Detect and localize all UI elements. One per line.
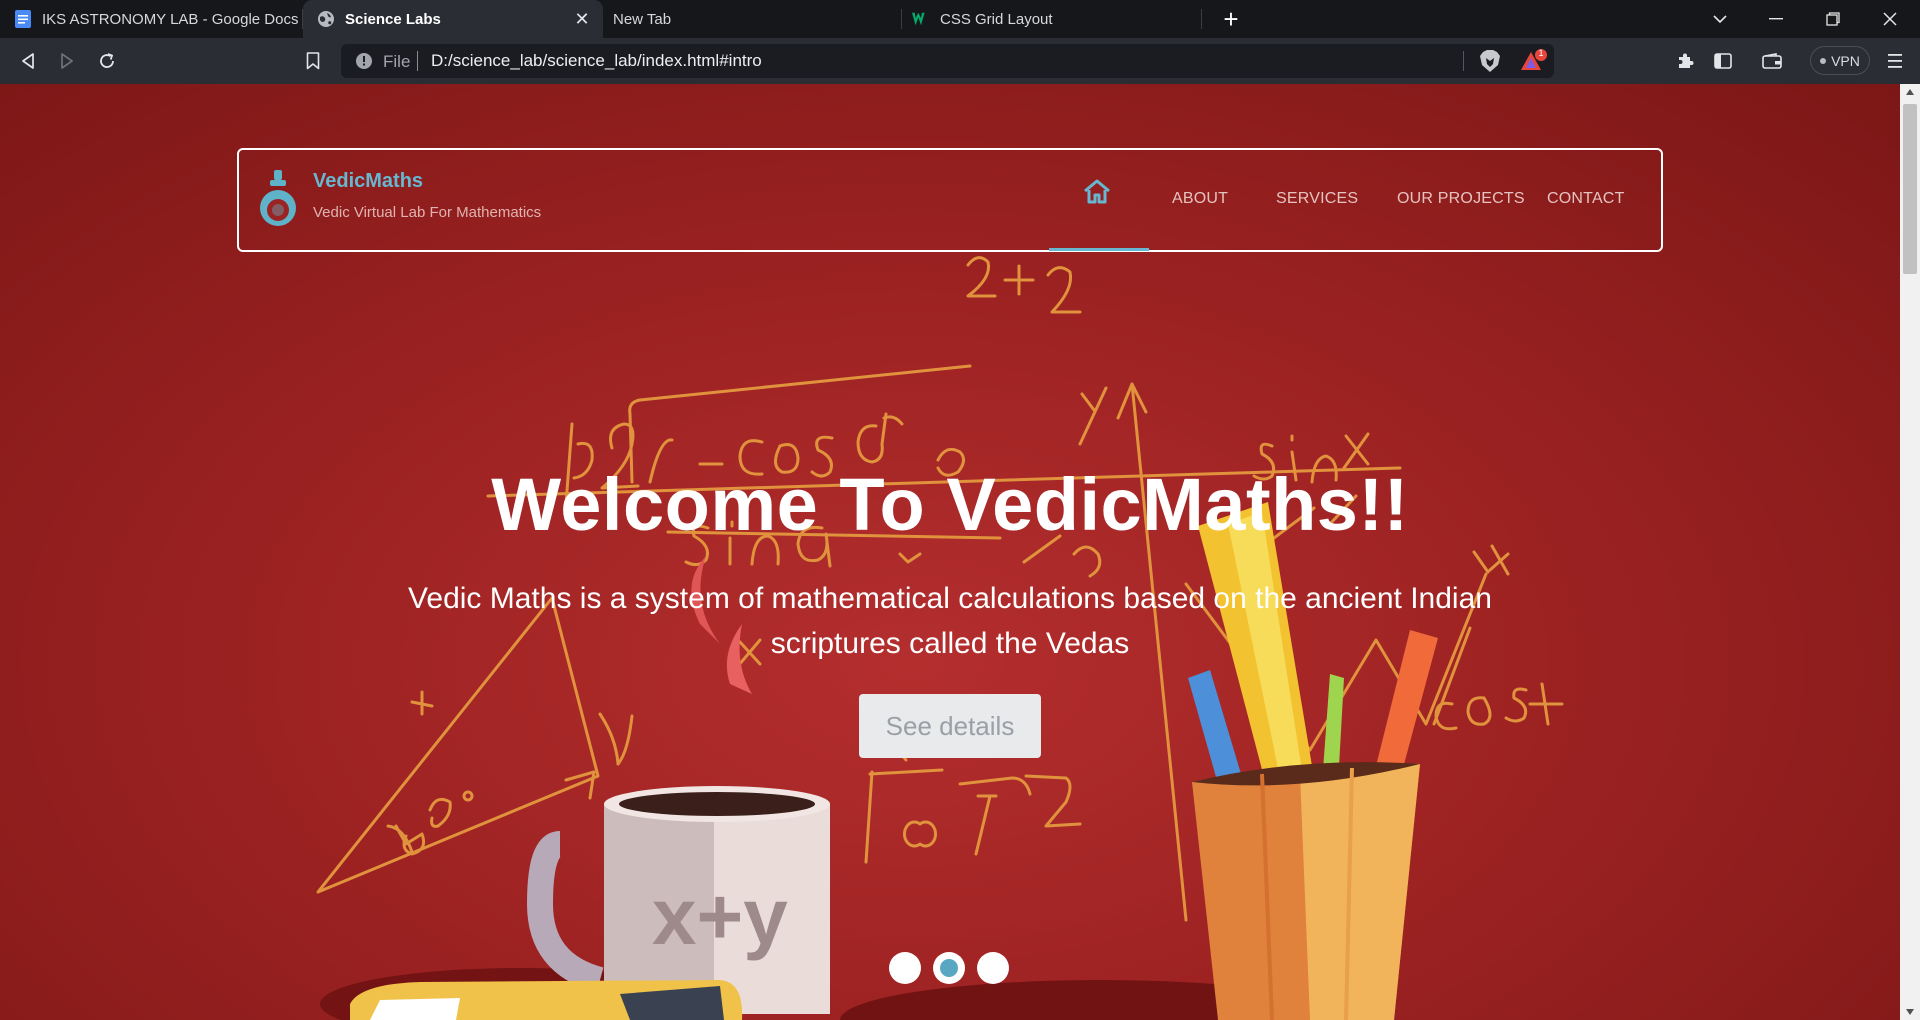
vpn-button[interactable]: VPN [1810,46,1870,75]
hero-subtitle-line1: Vedic Maths is a system of mathematical … [408,582,1492,615]
carousel-dot-2[interactable] [933,952,965,984]
tab-title: New Tab [613,10,672,28]
tab-strip: IKS ASTRONOMY LAB - Google Docs Science … [0,0,1920,38]
close-tab-icon[interactable]: ✕ [573,10,591,28]
tab-google-docs[interactable]: IKS ASTRONOMY LAB - Google Docs [0,0,303,38]
brave-shields-icon[interactable] [1479,49,1501,78]
scroll-down-arrow-icon[interactable] [1906,1009,1914,1015]
hero-title: Welcome To VedicMaths!! [491,463,1409,546]
vpn-label: VPN [1831,52,1860,69]
globe-icon [317,10,335,28]
carousel-dot-1[interactable] [889,952,921,984]
google-docs-icon [14,10,32,28]
nav-home-icon[interactable] [1082,178,1112,208]
address-bar[interactable]: File D:/science_lab/science_lab/index.ht… [341,44,1554,78]
forward-icon[interactable] [52,46,82,76]
page-viewport: x+y VedicMaths Vedic Virtual Lab For Mat… [0,84,1900,1020]
scrollbar-thumb[interactable] [1903,104,1917,274]
see-details-button[interactable]: See details [859,694,1041,758]
brand-name[interactable]: VedicMaths [313,170,423,193]
svg-text:x+y: x+y [652,872,788,961]
close-window-icon[interactable] [1862,0,1918,38]
w3schools-icon [912,10,930,28]
page-scrollbar[interactable] [1900,84,1920,1020]
nav-active-indicator [1049,248,1149,251]
extensions-icon[interactable] [1670,46,1700,76]
new-tab-button[interactable]: + [1216,4,1246,34]
bookmark-icon[interactable] [298,46,328,76]
vpn-status-dot [1820,57,1827,64]
tab-title: CSS Grid Layout [940,10,1053,28]
reload-icon[interactable] [92,46,122,76]
sidebar-icon[interactable] [1708,46,1738,76]
carousel-dot-3[interactable] [977,952,1009,984]
scroll-up-arrow-icon[interactable] [1906,89,1914,95]
book-bottom [350,980,743,1020]
nav-contact[interactable]: CONTACT [1547,190,1625,208]
rewards-badge: 1 [1538,48,1544,58]
site-navbar: VedicMaths Vedic Virtual Lab For Mathema… [237,148,1663,252]
tab-title: Science Labs [345,10,441,28]
browser-toolbar: File D:/science_lab/science_lab/index.ht… [0,38,1920,84]
nav-our-projects[interactable]: OUR PROJECTS [1397,190,1525,208]
tab-new-tab[interactable]: New Tab [603,0,902,38]
carousel-indicators [889,952,1011,986]
vedicmaths-logo-icon[interactable] [257,168,303,230]
menu-icon[interactable] [1880,46,1910,76]
hero-subtitle-line2: scriptures called the Vedas [770,627,1130,660]
nav-about[interactable]: ABOUT [1172,190,1228,208]
tab-title: IKS ASTRONOMY LAB - Google Docs [42,10,299,28]
back-icon[interactable] [13,46,43,76]
brand-tagline: Vedic Virtual Lab For Mathematics [313,204,542,221]
minimize-icon[interactable] [1748,0,1804,38]
wallet-icon[interactable] [1757,46,1787,76]
tab-science-labs[interactable]: Science Labs ✕ [303,0,603,38]
scheme-label: File [383,52,411,71]
hero-subtitle: Vedic Maths is a system of mathematical … [400,576,1500,666]
url-text[interactable]: D:/science_lab/science_lab/index.html#in… [431,51,762,71]
restore-icon[interactable] [1805,0,1861,38]
tab-search-chevron-icon[interactable] [1692,0,1748,38]
info-icon[interactable] [355,52,373,75]
nav-services[interactable]: SERVICES [1276,190,1358,208]
tab-css-grid[interactable]: CSS Grid Layout [902,0,1202,38]
brave-rewards-icon[interactable]: 1 [1519,48,1549,78]
